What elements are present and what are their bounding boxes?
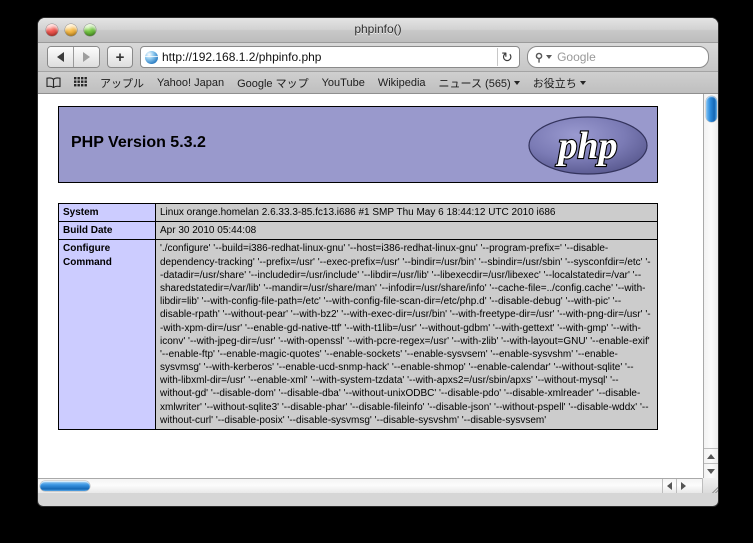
bookmark-label: アップル [100, 77, 144, 90]
browser-toolbar: + http://192.168.1.2/phpinfo.php ↻ ⚲ Goo… [38, 43, 718, 72]
row-key: System [58, 202, 156, 223]
bookmark-label: お役立ち [532, 77, 577, 90]
window-title: phpinfo() [354, 22, 402, 36]
arrow-right-icon [83, 52, 90, 62]
vertical-scrollbar-thumb[interactable] [706, 96, 717, 122]
row-value: Linux orange.homelan 2.6.33.3-85.fc13.i6… [155, 202, 658, 223]
row-value: './configure' '--build=i386-redhat-linux… [155, 239, 658, 430]
bookmark-label: Wikipedia [377, 76, 426, 89]
chevron-down-icon [513, 80, 520, 85]
bookmark-item-apple[interactable]: アップル [100, 75, 144, 91]
globe-icon [145, 50, 158, 64]
table-row: Build Date Apr 30 2010 05:44:08 [58, 221, 658, 241]
title-bar[interactable]: phpinfo() [38, 18, 718, 43]
bookmark-item-useful[interactable]: お役立ち [533, 75, 586, 91]
php-logo-icon: php [528, 116, 648, 175]
bookmark-item-yahoo-japan[interactable]: Yahoo! Japan [157, 77, 224, 89]
window-resize-handle[interactable] [702, 478, 718, 493]
page-title: PHP Version 5.3.2 [71, 134, 206, 151]
scroll-left-button[interactable] [662, 479, 676, 493]
forward-button[interactable] [73, 47, 99, 67]
bookmark-label: ニュース (565) [438, 77, 511, 90]
add-tab-button[interactable]: + [107, 46, 133, 68]
horizontal-scroll-buttons [662, 479, 690, 493]
triangle-right-icon [681, 482, 686, 490]
triangle-left-icon [667, 482, 672, 490]
vertical-scrollbar[interactable] [703, 94, 718, 478]
bookmark-item-wikipedia[interactable]: Wikipedia [378, 77, 426, 89]
chevron-down-icon [579, 80, 586, 85]
bookmarks-bar: アップル Yahoo! Japan Google マップ YouTube Wik… [38, 72, 718, 94]
table-row: System Linux orange.homelan 2.6.33.3-85.… [58, 202, 658, 223]
bookmark-item-youtube[interactable]: YouTube [322, 77, 365, 89]
vertical-scroll-buttons [704, 448, 718, 478]
phpinfo-table: System Linux orange.homelan 2.6.33.3-85.… [58, 202, 658, 430]
bookmark-label: Yahoo! Japan [157, 76, 225, 89]
horizontal-scrollbar-thumb[interactable] [40, 481, 90, 491]
arrow-left-icon [57, 52, 64, 62]
bookmark-label: YouTube [321, 76, 365, 89]
back-button[interactable] [48, 47, 73, 67]
bookmark-label: Google マップ [237, 77, 309, 90]
php-banner: PHP Version 5.3.2 php [58, 106, 658, 183]
chevron-down-icon [546, 55, 553, 59]
phpinfo-page: PHP Version 5.3.2 php System Linux orang… [38, 94, 703, 478]
content-area: PHP Version 5.3.2 php System Linux orang… [38, 94, 718, 493]
navigation-buttons [47, 46, 100, 68]
scroll-right-button[interactable] [676, 479, 690, 493]
horizontal-scrollbar[interactable] [38, 478, 718, 493]
book-icon[interactable] [46, 77, 61, 88]
triangle-up-icon [707, 453, 715, 459]
scroll-up-button[interactable] [704, 448, 718, 463]
search-icon: ⚲ [535, 51, 544, 64]
row-value: Apr 30 2010 05:44:08 [155, 221, 658, 241]
table-row: Configure Command './configure' '--build… [58, 239, 658, 430]
bookmark-item-news[interactable]: ニュース (565) [439, 75, 520, 91]
svg-text:php: php [555, 125, 617, 167]
reload-icon[interactable]: ↻ [497, 48, 516, 66]
browser-window: phpinfo() + http://192.168.1.2/phpinfo.p… [38, 18, 718, 506]
search-input[interactable]: ⚲ Google [527, 46, 709, 68]
search-placeholder: Google [557, 50, 596, 64]
url-text: http://192.168.1.2/phpinfo.php [162, 50, 322, 64]
bookmark-item-google-maps[interactable]: Google マップ [237, 75, 309, 91]
row-key: Build Date [58, 221, 156, 241]
scroll-down-button[interactable] [704, 463, 718, 478]
address-bar[interactable]: http://192.168.1.2/phpinfo.php ↻ [140, 46, 520, 68]
row-key: Configure Command [58, 239, 156, 430]
grid-icon[interactable] [74, 77, 87, 88]
triangle-down-icon [707, 468, 715, 474]
